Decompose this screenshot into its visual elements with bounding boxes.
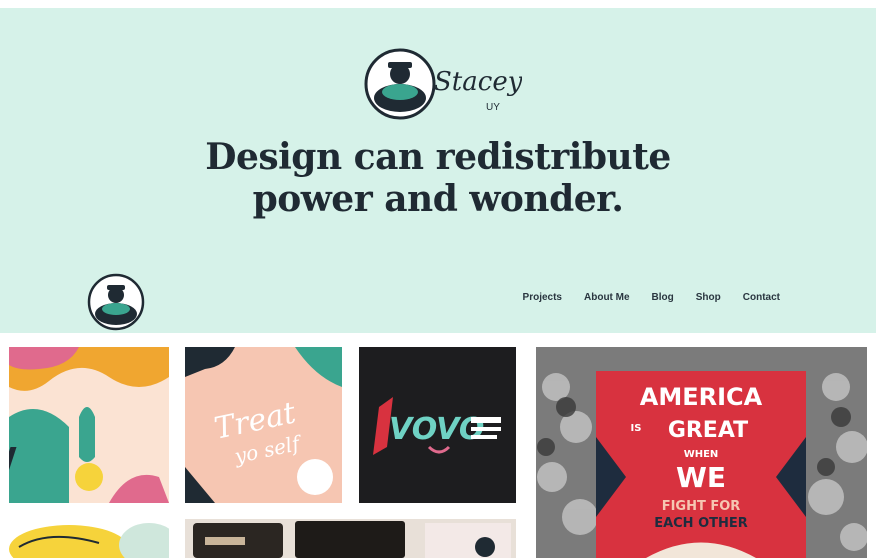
poster-line-1: AMERICA xyxy=(640,383,763,411)
nav-logo-icon[interactable] xyxy=(86,272,146,332)
project-tile-bottom-left[interactable] xyxy=(9,519,169,558)
hero-banner: Stacey UY Design can redistribute power … xyxy=(0,8,876,333)
vovo-text: VOVO xyxy=(389,412,484,447)
project-tile-vovo[interactable]: VOVO xyxy=(359,347,516,503)
hero-headline: Design can redistribute power and wonder… xyxy=(0,136,876,220)
nav-item-projects[interactable]: Projects xyxy=(523,292,562,303)
poster-line-5: FIGHT FOR xyxy=(662,499,741,514)
poster-line-6: EACH OTHER xyxy=(654,516,748,531)
main-nav: Projects About Me Blog Shop Contact xyxy=(523,292,780,303)
nav-item-blog[interactable]: Blog xyxy=(652,292,674,303)
nav-item-shop[interactable]: Shop xyxy=(696,292,721,303)
logo-script-text: Stacey xyxy=(434,67,522,97)
poster-line-4: WE xyxy=(676,461,726,494)
headline-line-1: Design can redistribute xyxy=(205,136,671,178)
poster-line-3-small: WHEN xyxy=(684,449,719,460)
brand-logo[interactable]: Stacey UY xyxy=(362,46,523,124)
poster-line-2-small: IS xyxy=(631,423,642,434)
project-tile-bottom-middle[interactable] xyxy=(185,519,516,558)
nav-item-contact[interactable]: Contact xyxy=(743,292,780,303)
project-tile-abstract[interactable] xyxy=(9,347,169,503)
nav-item-about-me[interactable]: About Me xyxy=(584,292,630,303)
poster-line-2: GREAT xyxy=(668,418,748,443)
headline-line-2: power and wonder. xyxy=(252,178,624,220)
project-gallery: Treat yo self VOVO AMERICA IS GREAT WHEN… xyxy=(0,333,876,558)
logo-sub-text: UY xyxy=(486,102,500,113)
project-tile-treat-yo-self[interactable]: Treat yo self xyxy=(185,347,342,503)
project-tile-america-poster[interactable]: AMERICA IS GREAT WHEN WE FIGHT FOR EACH … xyxy=(536,347,867,558)
